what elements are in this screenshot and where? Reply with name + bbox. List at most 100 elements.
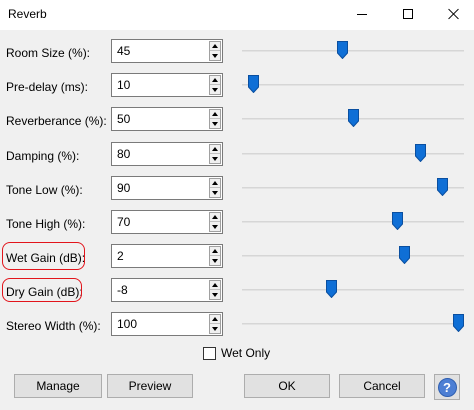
arrow-up-icon bbox=[212, 112, 218, 116]
param-slider[interactable] bbox=[242, 109, 464, 127]
arrow-up-icon bbox=[212, 78, 218, 82]
spin-down-button[interactable] bbox=[210, 85, 220, 94]
param-value-text: -8 bbox=[117, 283, 128, 297]
arrow-up-icon bbox=[212, 147, 218, 151]
arrow-up-icon bbox=[212, 317, 218, 321]
arrow-down-icon bbox=[212, 190, 218, 195]
slider-thumb[interactable] bbox=[248, 75, 259, 93]
param-slider[interactable] bbox=[242, 41, 464, 59]
spin-up-button[interactable] bbox=[210, 179, 220, 188]
spin-up-button[interactable] bbox=[210, 110, 220, 119]
slider-thumb[interactable] bbox=[437, 178, 448, 196]
spin-down-button[interactable] bbox=[210, 154, 220, 163]
param-slider[interactable] bbox=[242, 280, 464, 298]
param-value-input[interactable]: 80 bbox=[111, 142, 223, 166]
spin-up-button[interactable] bbox=[210, 315, 220, 324]
param-value-input[interactable]: 70 bbox=[111, 210, 223, 234]
param-label: Pre-delay (ms): bbox=[6, 80, 89, 94]
param-value-input[interactable]: 2 bbox=[111, 244, 223, 268]
param-value-input[interactable]: -8 bbox=[111, 278, 223, 302]
param-row: Tone Low (%): 90 bbox=[0, 176, 474, 204]
param-slider[interactable] bbox=[242, 75, 464, 93]
wet-only-box[interactable] bbox=[203, 346, 216, 360]
spin-down-button[interactable] bbox=[210, 119, 220, 128]
spin-down-button[interactable] bbox=[210, 51, 220, 60]
spin-up-button[interactable] bbox=[210, 42, 220, 51]
param-slider[interactable] bbox=[242, 246, 464, 264]
close-button[interactable] bbox=[434, 0, 474, 28]
param-label: Room Size (%): bbox=[6, 46, 91, 60]
manage-button[interactable]: Manage bbox=[14, 374, 102, 398]
cancel-button[interactable]: Cancel bbox=[339, 374, 425, 398]
param-label: Reverberance (%): bbox=[6, 114, 107, 128]
param-value-text: 50 bbox=[117, 112, 131, 126]
maximize-icon bbox=[403, 9, 413, 19]
spin-up-button[interactable] bbox=[210, 281, 220, 290]
spin-buttons bbox=[209, 144, 221, 164]
arrow-down-icon bbox=[212, 156, 218, 161]
slider-thumb[interactable] bbox=[337, 41, 348, 59]
param-row: Tone High (%): 70 bbox=[0, 210, 474, 238]
param-row: Pre-delay (ms): 10 bbox=[0, 73, 474, 101]
preview-button[interactable]: Preview bbox=[107, 374, 193, 398]
param-value-input[interactable]: 50 bbox=[111, 107, 223, 131]
param-value-input[interactable]: 90 bbox=[111, 176, 223, 200]
arrow-up-icon bbox=[212, 181, 218, 185]
spin-up-button[interactable] bbox=[210, 76, 220, 85]
window-title: Reverb bbox=[8, 7, 47, 21]
slider-thumb[interactable] bbox=[392, 212, 403, 230]
spin-down-button[interactable] bbox=[210, 290, 220, 299]
param-label: Stereo Width (%): bbox=[6, 319, 101, 333]
spin-buttons bbox=[209, 41, 221, 61]
arrow-up-icon bbox=[212, 249, 218, 253]
param-slider[interactable] bbox=[242, 144, 464, 162]
spin-down-button[interactable] bbox=[210, 222, 220, 231]
spin-down-button[interactable] bbox=[210, 324, 220, 333]
spin-up-button[interactable] bbox=[210, 247, 220, 256]
spin-up-button[interactable] bbox=[210, 213, 220, 222]
param-slider[interactable] bbox=[242, 212, 464, 230]
slider-track bbox=[242, 153, 464, 155]
maximize-button[interactable] bbox=[388, 0, 428, 28]
arrow-up-icon bbox=[212, 215, 218, 219]
spin-buttons bbox=[209, 109, 221, 129]
param-row: Stereo Width (%): 100 bbox=[0, 312, 474, 340]
dry-gain-annotation bbox=[2, 278, 82, 302]
wet-only-checkbox[interactable]: Wet Only bbox=[203, 345, 270, 361]
slider-thumb[interactable] bbox=[348, 109, 359, 127]
arrow-down-icon bbox=[212, 224, 218, 229]
arrow-up-icon bbox=[212, 44, 218, 48]
param-value-input[interactable]: 45 bbox=[111, 39, 223, 63]
param-label: Tone High (%): bbox=[6, 217, 86, 231]
param-value-input[interactable]: 10 bbox=[111, 73, 223, 97]
slider-track bbox=[242, 84, 464, 86]
help-icon: ? bbox=[437, 377, 457, 397]
slider-track bbox=[242, 323, 464, 325]
spin-buttons bbox=[209, 178, 221, 198]
slider-track bbox=[242, 50, 464, 52]
slider-thumb[interactable] bbox=[326, 280, 337, 298]
spin-down-button[interactable] bbox=[210, 188, 220, 197]
slider-thumb[interactable] bbox=[399, 246, 410, 264]
arrow-down-icon bbox=[212, 121, 218, 126]
param-slider[interactable] bbox=[242, 314, 464, 332]
close-icon bbox=[448, 8, 460, 20]
minimize-button[interactable] bbox=[342, 0, 382, 28]
param-row: Damping (%): 80 bbox=[0, 142, 474, 170]
dialog-body: Room Size (%): 45 Pre-delay (ms): 10 Reverbe… bbox=[0, 30, 474, 410]
slider-thumb[interactable] bbox=[453, 314, 464, 332]
title-bar: Reverb bbox=[0, 0, 474, 30]
minimize-icon bbox=[357, 13, 367, 15]
help-button[interactable]: ? bbox=[434, 374, 460, 400]
spin-down-button[interactable] bbox=[210, 256, 220, 265]
arrow-up-icon bbox=[212, 283, 218, 287]
spin-up-button[interactable] bbox=[210, 145, 220, 154]
param-row: Room Size (%): 45 bbox=[0, 39, 474, 67]
ok-button[interactable]: OK bbox=[244, 374, 330, 398]
param-value-text: 90 bbox=[117, 181, 131, 195]
param-slider[interactable] bbox=[242, 178, 464, 196]
param-row: Reverberance (%): 50 bbox=[0, 107, 474, 135]
slider-thumb[interactable] bbox=[415, 144, 426, 162]
param-value-input[interactable]: 100 bbox=[111, 312, 223, 336]
wet-gain-annotation bbox=[2, 242, 85, 270]
